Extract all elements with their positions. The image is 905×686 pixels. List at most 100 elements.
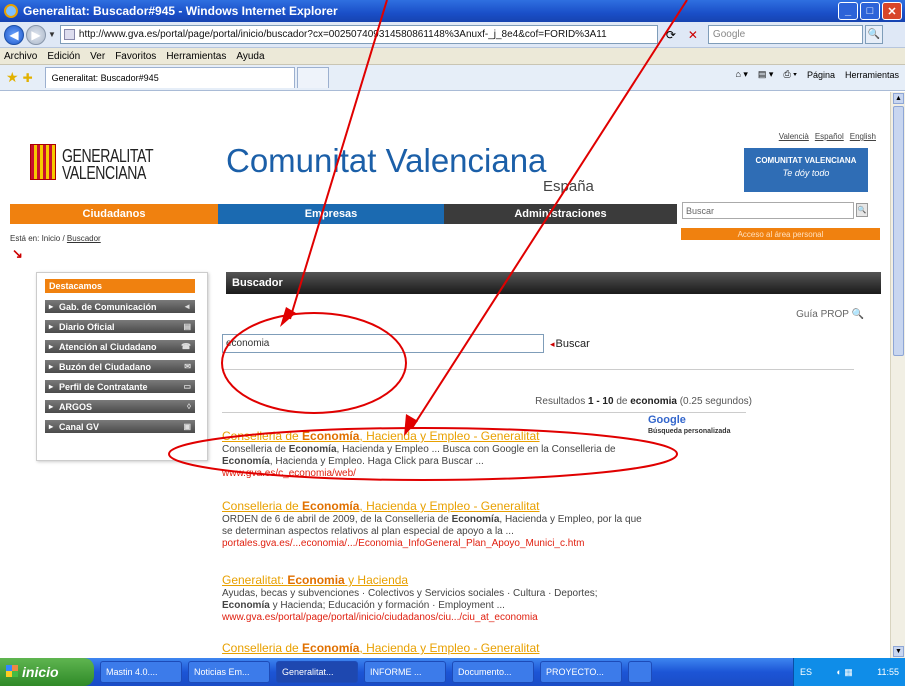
- tv-icon: ▣: [183, 422, 191, 431]
- generalitat-shield-logo[interactable]: [30, 144, 56, 180]
- site-search-input[interactable]: Buscar: [682, 202, 854, 219]
- language-links: Valencià Español English: [779, 132, 876, 141]
- result-url[interactable]: www.gva.es/portal/page/portal/inicio/ciu…: [222, 612, 642, 624]
- favorites-star-icon[interactable]: ★: [6, 69, 19, 86]
- scroll-down-icon[interactable]: ▼: [893, 646, 904, 657]
- taskbar-item[interactable]: INFORME ...: [364, 661, 446, 683]
- result-url[interactable]: www.gva.es/c_economia/web/: [222, 468, 642, 480]
- tabs-bar: ★ ✚ Generalitat: Buscador#945 ⌂ ▾ ▤ ▾ ⎙ …: [0, 65, 905, 91]
- guia-prop-link[interactable]: Guía PROP 🔍: [796, 309, 864, 320]
- refresh-icon[interactable]: ⟳: [662, 26, 680, 44]
- page-menu[interactable]: Página: [807, 70, 835, 80]
- taskbar-item[interactable]: Noticias Em...: [188, 661, 270, 683]
- mailbox-icon: ✉: [184, 362, 191, 371]
- print-icon[interactable]: ⎙ ▾: [783, 69, 796, 80]
- taskbar-item[interactable]: Mastin 4.0....: [100, 661, 182, 683]
- sidebar-item-buzon-ciudadano[interactable]: Buzón del Ciudadano✉: [45, 360, 195, 373]
- result-title-link[interactable]: Conselleria de Economía, Hacienda y Empl…: [222, 430, 642, 442]
- taskbar-item[interactable]: [628, 661, 652, 683]
- scroll-up-icon[interactable]: ▲: [893, 93, 904, 104]
- divider: [222, 412, 746, 413]
- site-search-icon[interactable]: 🔍: [856, 203, 868, 217]
- custom-search-label: Búsqueda personalizada: [648, 428, 731, 435]
- tray-language[interactable]: ES: [800, 667, 812, 677]
- back-button[interactable]: ◀: [4, 24, 24, 45]
- add-favorites-icon[interactable]: ✚: [23, 71, 33, 85]
- result-title-link[interactable]: Generalitat: Economia y Hacienda: [222, 574, 642, 586]
- generalitat-logo-text[interactable]: GENERALITAT VALENCIANA: [62, 147, 154, 182]
- browser-search-input[interactable]: Google: [707, 25, 863, 44]
- nav-empresas[interactable]: Empresas: [218, 204, 444, 224]
- start-button[interactable]: inicio: [0, 658, 94, 686]
- browser-tab[interactable]: Generalitat: Buscador#945: [44, 67, 295, 88]
- search-result: Generalitat: Economia y Hacienda Ayudas,…: [222, 574, 642, 624]
- tray-icons[interactable]: ◐ ▦: [836, 667, 852, 678]
- sidebar-item-diario-oficial[interactable]: Diario Oficial▤: [45, 320, 195, 333]
- sidebar-item-perfil-contratante[interactable]: Perfil de Contratante▭: [45, 380, 195, 393]
- search-result: Conselleria de Economía, Hacienda y Empl…: [222, 642, 642, 654]
- menu-ver[interactable]: Ver: [90, 51, 105, 62]
- menu-edicion[interactable]: Edición: [47, 51, 80, 62]
- forward-button[interactable]: ▶: [26, 24, 46, 45]
- feeds-icon[interactable]: ▤ ▾: [758, 69, 774, 80]
- minimize-button[interactable]: _: [838, 2, 858, 20]
- sidebar-item-atencion-ciudadano[interactable]: Atención al Ciudadano☎: [45, 340, 195, 353]
- menu-favoritos[interactable]: Favoritos: [115, 51, 156, 62]
- search-query-input[interactable]: economia: [222, 334, 544, 353]
- system-tray: ES ◐ ▦ 11:55: [793, 658, 905, 686]
- google-logo: Google: [648, 414, 686, 426]
- lang-valencia[interactable]: Valencià: [779, 132, 809, 141]
- sidebar-title: Destacamos: [45, 279, 195, 293]
- search-section-header: Buscador: [226, 272, 881, 294]
- lang-espanol[interactable]: Español: [815, 132, 844, 141]
- search-icon[interactable]: 🔍: [864, 25, 883, 44]
- sidebar-item-argos[interactable]: ARGOS◊: [45, 400, 195, 413]
- stop-icon[interactable]: ✕: [684, 26, 702, 44]
- sidebar-item-canal-gv[interactable]: Canal GV▣: [45, 420, 195, 433]
- sidebar-item-gab-comunicacion[interactable]: Gab. de Comunicación◄: [45, 300, 195, 313]
- search-submit-button[interactable]: Buscar: [550, 338, 590, 350]
- search-result: Conselleria de Economía, Hacienda y Empl…: [222, 500, 642, 550]
- menu-bar: Archivo Edición Ver Favoritos Herramient…: [0, 48, 905, 65]
- taskbar-item[interactable]: Documento...: [452, 661, 534, 683]
- window-titlebar: Generalitat: Buscador#945 - Windows Inte…: [0, 0, 905, 22]
- menu-archivo[interactable]: Archivo: [4, 51, 37, 62]
- cv-brand-badge[interactable]: COMUNITAT VALENCIANA Te dóy todo: [744, 148, 868, 192]
- highlights-sidebar: Destacamos Gab. de Comunicación◄ Diario …: [36, 272, 208, 461]
- search-result: Conselleria de Economía, Hacienda y Empl…: [222, 430, 642, 480]
- result-title-link[interactable]: Conselleria de Economía, Hacienda y Empl…: [222, 642, 642, 654]
- page-viewport: Valencià Español English GENERALITAT VAL…: [0, 92, 890, 658]
- taskbar-item[interactable]: PROYECTO...: [540, 661, 622, 683]
- access-personal-area-button[interactable]: Acceso al área personal: [681, 228, 880, 240]
- breadcrumb: Está en: Inicio / Buscador: [10, 234, 101, 243]
- window-title: Generalitat: Buscador#945 - Windows Inte…: [23, 4, 338, 18]
- result-url[interactable]: portales.gva.es/...economia/.../Economia…: [222, 538, 642, 550]
- magnifier-icon: 🔍: [851, 309, 864, 320]
- arrow-down-right-icon: ↘: [12, 246, 23, 261]
- close-button[interactable]: ✕: [882, 2, 902, 20]
- maximize-button[interactable]: □: [860, 2, 880, 20]
- command-bar: ⌂ ▾ ▤ ▾ ⎙ ▾ Página Herramientas: [735, 69, 899, 80]
- address-bar: ◀ ▶ ▼ http://www.gva.es/portal/page/port…: [0, 22, 905, 48]
- menu-herramientas[interactable]: Herramientas: [166, 51, 226, 62]
- home-icon[interactable]: ⌂ ▾: [735, 69, 747, 80]
- site-subtitle: España: [543, 178, 594, 195]
- megaphone-icon: ◄: [183, 302, 191, 311]
- scroll-thumb[interactable]: [893, 106, 904, 356]
- taskbar-item-active[interactable]: Generalitat...: [276, 661, 358, 683]
- phone-icon: ☎: [181, 342, 191, 351]
- folder-icon: ▭: [183, 382, 191, 391]
- new-tab-button[interactable]: [296, 67, 329, 88]
- menu-ayuda[interactable]: Ayuda: [236, 51, 264, 62]
- tray-clock: 11:55: [877, 667, 899, 677]
- breadcrumb-current[interactable]: Buscador: [67, 234, 101, 243]
- page-icon: [63, 29, 75, 40]
- url-field[interactable]: http://www.gva.es/portal/page/portal/ini…: [59, 25, 658, 44]
- nav-ciudadanos[interactable]: Ciudadanos: [10, 204, 218, 224]
- vertical-scrollbar[interactable]: ▲ ▼: [890, 92, 905, 658]
- lang-english[interactable]: English: [850, 132, 876, 141]
- result-title-link[interactable]: Conselleria de Economía, Hacienda y Empl…: [222, 500, 642, 512]
- nav-administraciones[interactable]: Administraciones: [444, 204, 677, 224]
- history-dropdown-icon[interactable]: ▼: [48, 30, 56, 39]
- tools-menu[interactable]: Herramientas: [845, 70, 899, 80]
